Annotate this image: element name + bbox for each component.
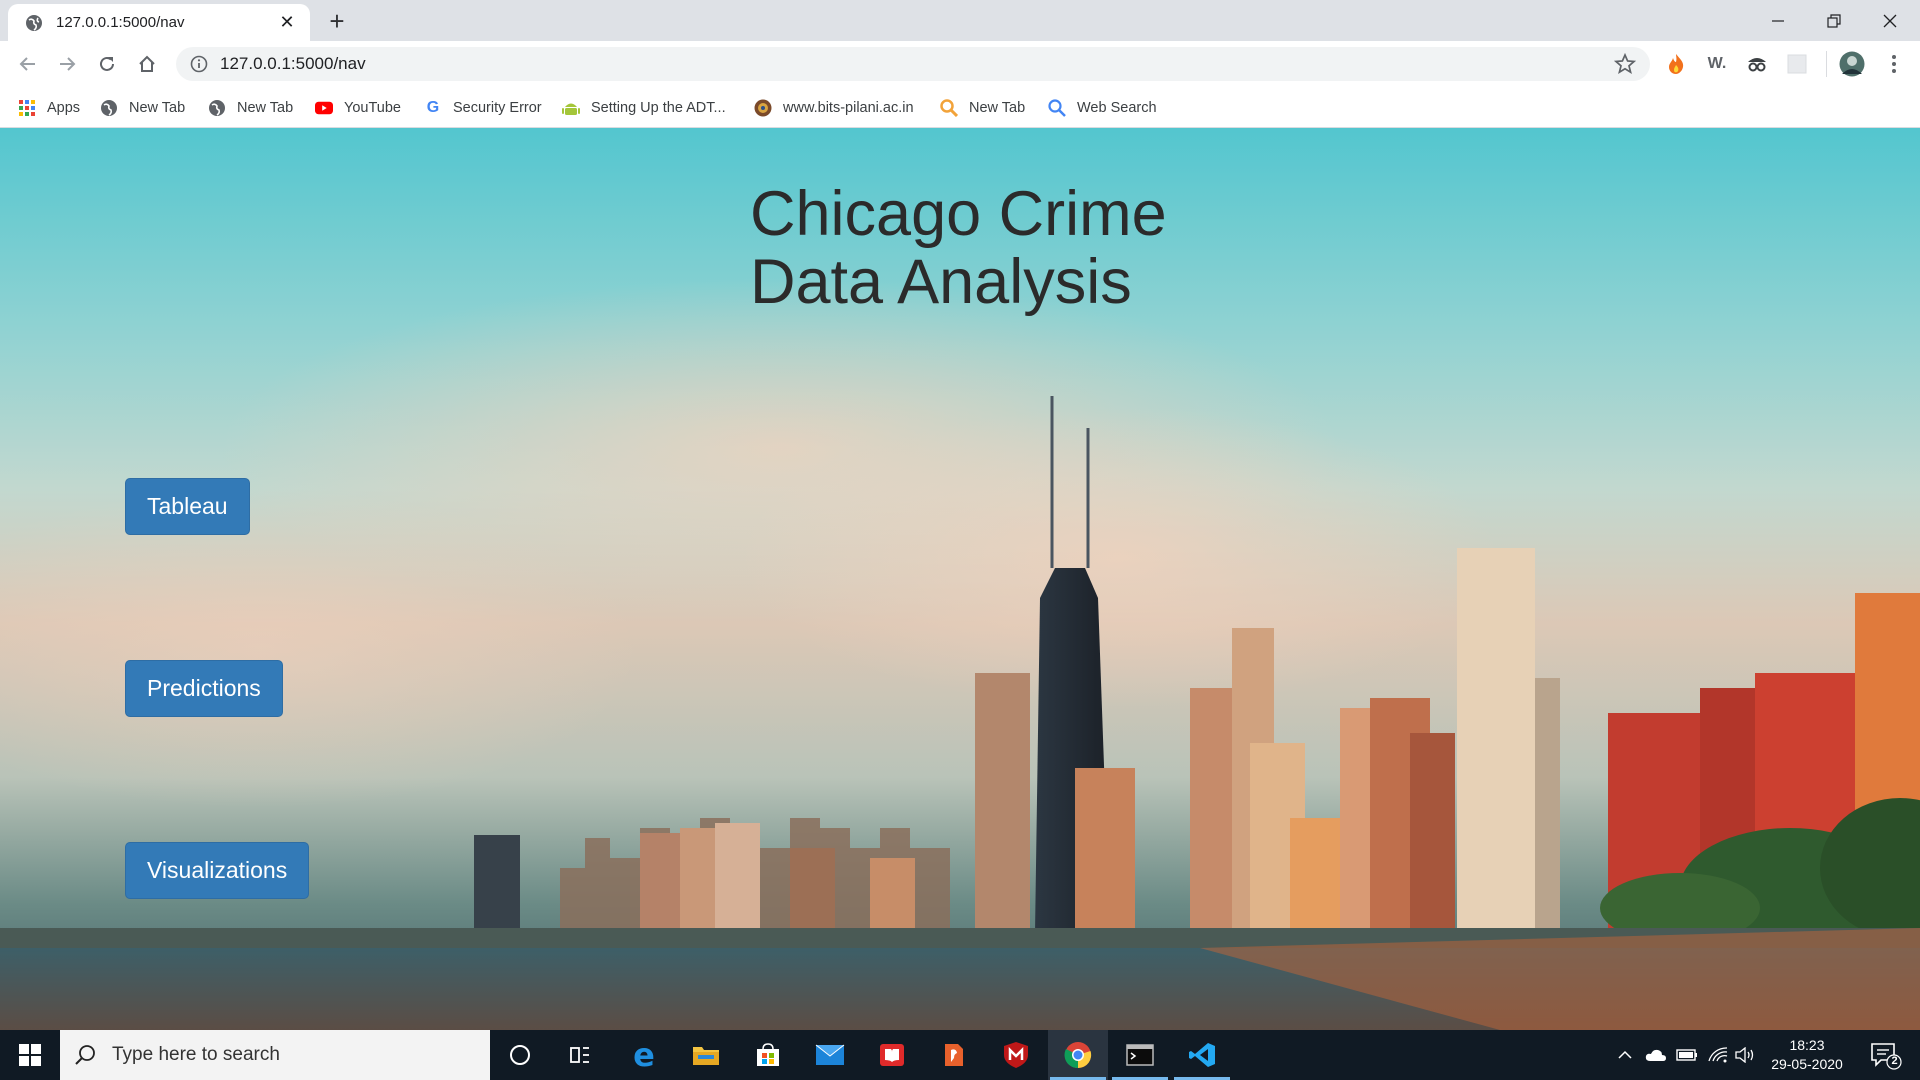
bookmark-label: New Tab xyxy=(129,100,186,116)
windows-logo-icon xyxy=(19,1044,41,1066)
mail-icon[interactable] xyxy=(800,1030,860,1080)
clock-time: 18:23 xyxy=(1789,1037,1825,1053)
start-button[interactable] xyxy=(0,1030,60,1080)
bookmark-web-search[interactable]: Web Search xyxy=(1048,95,1157,121)
info-icon[interactable] xyxy=(190,55,208,73)
toolbar-divider xyxy=(1826,51,1827,77)
w-extension-icon[interactable]: W. xyxy=(1703,50,1731,78)
taskbar: Type here to search e 18:23 29-05-2020 2 xyxy=(0,1030,1920,1080)
store-icon[interactable] xyxy=(738,1030,798,1080)
bookmarks-bar: Apps New Tab New Tab YouTube G Security … xyxy=(0,87,1920,128)
spy-extension-icon[interactable] xyxy=(1743,50,1771,78)
bookmark-youtube[interactable]: YouTube xyxy=(315,95,401,121)
search-icon xyxy=(1048,99,1066,117)
address-bar[interactable]: 127.0.0.1:5000/nav xyxy=(176,47,1650,81)
search-icon xyxy=(75,1045,95,1065)
home-icon xyxy=(139,55,155,72)
bookmark-label: YouTube xyxy=(344,100,401,116)
flame-extension-icon[interactable] xyxy=(1662,50,1690,78)
bookmark-security-error[interactable]: G Security Error xyxy=(424,95,542,121)
battery-icon[interactable] xyxy=(1676,1043,1698,1067)
new-tab-button[interactable]: + xyxy=(322,7,352,37)
android-icon xyxy=(562,99,580,117)
bookmark-bits-pilani[interactable]: www.bits-pilani.ac.in xyxy=(754,95,914,121)
globe-icon xyxy=(24,13,44,33)
browser-tab[interactable]: 127.0.0.1:5000/nav ✕ xyxy=(8,4,310,41)
edge-icon[interactable]: e xyxy=(614,1030,674,1080)
page-title: Chicago Crime Data Analysis xyxy=(750,180,1167,316)
orange-app-icon[interactable] xyxy=(924,1030,984,1080)
chrome-icon[interactable] xyxy=(1048,1030,1108,1080)
bookmark-label: Web Search xyxy=(1077,100,1157,116)
visualizations-button[interactable]: Visualizations xyxy=(125,842,310,899)
volume-icon[interactable] xyxy=(1734,1043,1756,1067)
page-title-line2: Data Analysis xyxy=(750,247,1132,317)
tab-strip: 127.0.0.1:5000/nav ✕ + xyxy=(0,0,1920,41)
onedrive-icon[interactable] xyxy=(1645,1043,1667,1067)
page-title-line1: Chicago Crime xyxy=(750,179,1167,249)
cortana-icon[interactable] xyxy=(490,1030,550,1080)
bookmark-adt[interactable]: Setting Up the ADT... xyxy=(562,95,726,121)
taskbar-search[interactable]: Type here to search xyxy=(60,1030,490,1080)
predictions-button[interactable]: Predictions xyxy=(125,660,283,717)
clock[interactable]: 18:23 29-05-2020 xyxy=(1762,1036,1852,1074)
close-window-button[interactable] xyxy=(1862,0,1918,41)
mcafee-icon[interactable] xyxy=(986,1030,1046,1080)
youtube-icon xyxy=(315,99,333,117)
globe-icon xyxy=(100,99,118,117)
profile-avatar[interactable] xyxy=(1838,50,1866,78)
back-arrow-icon xyxy=(19,57,35,71)
reload-button[interactable] xyxy=(91,48,123,80)
globe-icon xyxy=(208,99,226,117)
google-icon: G xyxy=(426,99,440,116)
tab-title: 127.0.0.1:5000/nav xyxy=(56,14,185,31)
tab-close-icon[interactable]: ✕ xyxy=(276,12,298,33)
back-button[interactable] xyxy=(12,48,44,80)
minimize-button[interactable] xyxy=(1750,0,1806,41)
tray-expand-icon[interactable] xyxy=(1614,1043,1636,1067)
wifi-icon[interactable] xyxy=(1707,1043,1729,1067)
restore-button[interactable] xyxy=(1806,0,1862,41)
bookmark-label: New Tab xyxy=(969,100,1026,116)
search-placeholder: Type here to search xyxy=(112,1044,280,1065)
clock-date: 29-05-2020 xyxy=(1771,1056,1843,1072)
bookmark-label: Apps xyxy=(47,100,81,116)
forward-arrow-icon xyxy=(60,57,76,71)
file-explorer-icon[interactable] xyxy=(676,1030,736,1080)
magnifier-icon xyxy=(940,99,958,117)
vscode-icon[interactable] xyxy=(1172,1030,1232,1080)
bookmark-label: Setting Up the ADT... xyxy=(591,100,726,116)
notification-center-icon[interactable]: 2 xyxy=(1864,1040,1904,1070)
bookmark-apps[interactable]: Apps xyxy=(18,95,80,121)
bookmark-new-tab-2[interactable]: New Tab xyxy=(208,95,293,121)
puzzle-extension-icon[interactable] xyxy=(1783,50,1811,78)
red-app-icon[interactable] xyxy=(862,1030,922,1080)
bookmark-new-tab-3[interactable]: New Tab xyxy=(940,95,1025,121)
browser-toolbar: 127.0.0.1:5000/nav W. xyxy=(0,41,1920,87)
tableau-button[interactable]: Tableau xyxy=(125,478,250,535)
bookmark-star-icon[interactable] xyxy=(1613,52,1637,80)
bookmark-new-tab[interactable]: New Tab xyxy=(100,95,185,121)
terminal-icon[interactable] xyxy=(1110,1030,1170,1080)
forward-button[interactable] xyxy=(51,48,83,80)
task-view-icon[interactable] xyxy=(550,1030,610,1080)
bookmark-label: New Tab xyxy=(237,100,294,116)
url-text[interactable]: 127.0.0.1:5000/nav xyxy=(220,54,366,74)
chrome-menu-icon[interactable] xyxy=(1880,50,1908,78)
bits-logo-icon xyxy=(754,99,772,117)
notification-count: 2 xyxy=(1891,1055,1898,1067)
page-content: Chicago Crime Data Analysis Tableau Pred… xyxy=(0,128,1920,1030)
home-button[interactable] xyxy=(131,48,163,80)
bookmark-label: Security Error xyxy=(453,100,542,116)
reload-icon xyxy=(100,56,114,71)
apps-grid-icon xyxy=(18,99,36,117)
bookmark-label: www.bits-pilani.ac.in xyxy=(783,100,914,116)
